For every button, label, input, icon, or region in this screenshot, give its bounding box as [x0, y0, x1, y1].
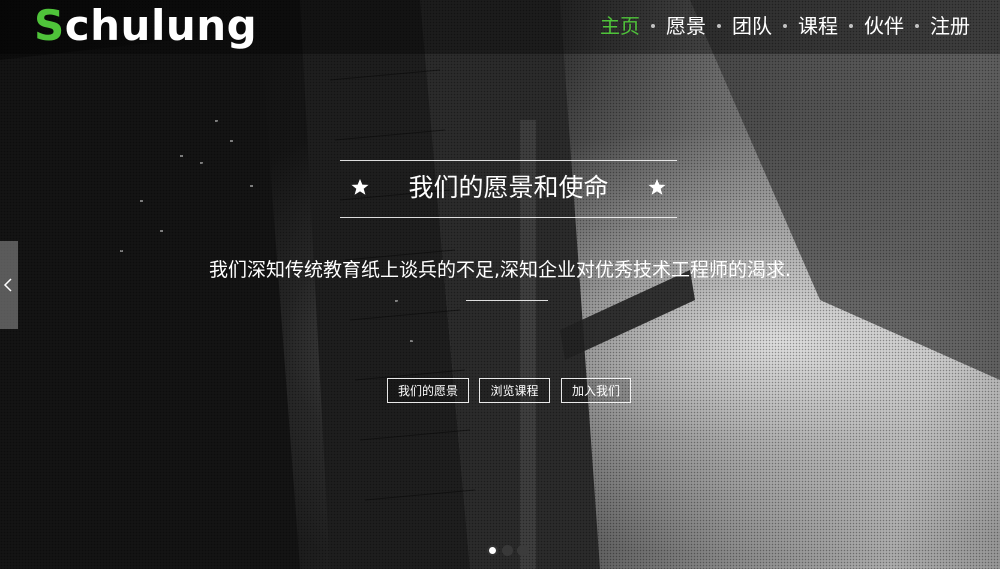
hero-slider: Schulung 主页 愿景 团队 课程 伙伴 注册 我们的愿景和使命 我们深知传统教育纸…	[0, 0, 1000, 569]
hero-subtitle: 我们深知传统教育纸上谈兵的不足,深知企业对优秀技术工程师的渴求.	[208, 259, 792, 281]
slide-indicators	[487, 545, 528, 556]
nav-separator	[849, 24, 853, 28]
vision-button[interactable]: 我们的愿景	[387, 378, 469, 403]
hero-title: 我们的愿景和使命	[408, 173, 609, 202]
hero-title-block: 我们的愿景和使命	[340, 160, 677, 218]
nav-separator	[717, 24, 721, 28]
top-navbar: Schulung 主页 愿景 团队 课程 伙伴 注册	[0, 0, 1000, 54]
dot-overlay	[0, 0, 1000, 569]
main-nav: 主页 愿景 团队 课程 伙伴 注册	[600, 12, 970, 40]
browse-courses-button[interactable]: 浏览课程	[479, 378, 550, 403]
star-icon	[648, 178, 666, 195]
site-logo[interactable]: Schulung	[34, 2, 257, 50]
slide-dot[interactable]	[517, 545, 528, 556]
nav-item-3[interactable]: 课程	[798, 12, 838, 40]
logo-text: chulung	[64, 1, 258, 50]
divider	[466, 300, 548, 301]
nav-separator	[651, 24, 655, 28]
nav-item-0[interactable]: 主页	[600, 12, 640, 40]
prev-slide-button[interactable]	[0, 241, 18, 329]
nav-item-1[interactable]: 愿景	[666, 12, 706, 40]
slide-dot[interactable]	[502, 545, 513, 556]
logo-initial: S	[34, 1, 65, 50]
nav-separator	[783, 24, 787, 28]
background-image	[0, 0, 1000, 569]
join-us-button[interactable]: 加入我们	[561, 378, 631, 403]
nav-item-4[interactable]: 伙伴	[864, 12, 904, 40]
nav-separator	[915, 24, 919, 28]
slide-dot[interactable]	[487, 545, 498, 556]
nav-item-2[interactable]: 团队	[732, 12, 772, 40]
nav-item-5[interactable]: 注册	[930, 12, 970, 40]
